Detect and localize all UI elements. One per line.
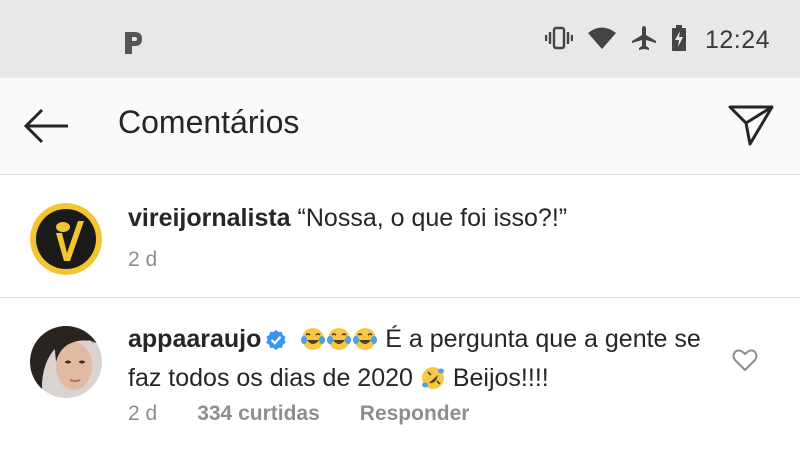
- comment-item: appaaraujo É a pergunta que a gente se f…: [0, 298, 800, 454]
- paper-plane-icon: [728, 105, 774, 146]
- comment-username[interactable]: vireijornalista: [128, 204, 291, 232]
- share-button[interactable]: [726, 102, 776, 148]
- comment-body: appaaraujo É a pergunta que a gente se f…: [128, 322, 720, 400]
- wifi-icon: [587, 26, 617, 55]
- avatar[interactable]: [30, 203, 102, 275]
- status-icons: 12:24: [544, 24, 770, 56]
- app-logo-icon: [122, 30, 144, 61]
- arrow-left-icon: [23, 108, 68, 144]
- face-with-tears-of-joy-icon: [352, 326, 378, 361]
- comment-caption: vireijornalista “Nossa, o que foi isso?!…: [0, 175, 800, 298]
- comment-text: “Nossa, o que foi isso?!”: [297, 204, 568, 232]
- comment-text-end: Beijos!!!!: [452, 364, 549, 392]
- face-with-tears-of-joy-icon: [326, 326, 352, 361]
- reply-button[interactable]: Responder: [360, 402, 470, 426]
- rolling-on-the-floor-laughing-icon: [420, 365, 446, 400]
- back-button[interactable]: [22, 106, 72, 146]
- airplane-icon: [631, 25, 657, 56]
- comment-body: vireijornalista “Nossa, o que foi isso?!…: [128, 201, 720, 235]
- face-with-tears-of-joy-icon: [300, 326, 326, 361]
- like-button[interactable]: [732, 348, 758, 372]
- profile-photo: [30, 326, 102, 398]
- comment-meta: 2 d 334 curtidas Responder: [128, 402, 509, 426]
- status-bar: 12:24: [0, 0, 800, 78]
- likes-count[interactable]: 334 curtidas: [197, 402, 320, 426]
- comment-username[interactable]: appaaraujo: [128, 325, 261, 353]
- vibrate-icon: [544, 26, 574, 55]
- comment-time: 2 d: [128, 248, 158, 271]
- verified-badge-icon: [265, 326, 287, 360]
- vireijornalista-logo-icon: [30, 203, 102, 275]
- page-title: Comentários: [118, 104, 300, 140]
- heart-icon: [732, 349, 758, 371]
- battery-charging-icon: [671, 24, 687, 56]
- comment-meta: 2 d: [128, 248, 197, 272]
- status-time: 12:24: [704, 25, 770, 54]
- comment-time: 2 d: [128, 402, 158, 425]
- comments-header: Comentários: [0, 78, 800, 175]
- avatar[interactable]: [30, 326, 102, 398]
